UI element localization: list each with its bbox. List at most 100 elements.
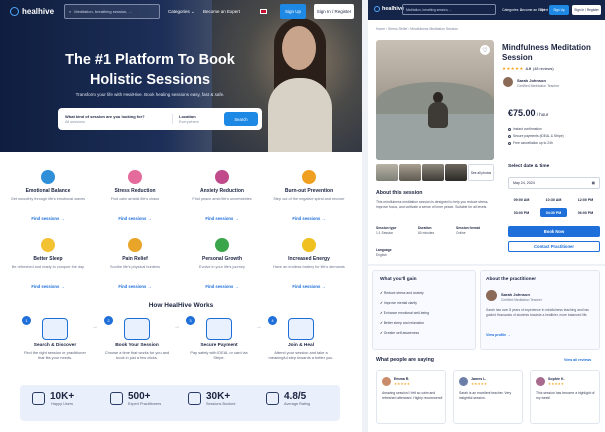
find-sessions-link[interactable]: Find sessions → [97, 216, 173, 221]
gain-title: What you'll gain [380, 277, 417, 282]
hero-section: healhive ⌕ Meditation, breathing session… [0, 0, 362, 152]
stat-item: 30K+ Sessions Booked [188, 391, 235, 406]
step-desc: Attend your session and take a meaningfu… [268, 350, 334, 361]
calendar-icon: ▦ [591, 181, 595, 185]
stat-text: 500+ Expert Practitioners [128, 391, 161, 406]
location-placeholder: Everywhere [179, 120, 200, 124]
photo-thumbnail-3[interactable] [422, 164, 444, 181]
stat-item: 4.8/5 Average Rating [266, 391, 310, 406]
hero-search-button[interactable]: Search [224, 112, 258, 126]
date-selector[interactable]: May 24, 2024 ▦ [508, 177, 600, 189]
step-desc: Pay safely with iDEAL or card via Stripe… [190, 350, 248, 361]
breadcrumb[interactable]: Home › Stress Relief › Mindfulness Medit… [376, 27, 458, 31]
find-sessions-link[interactable]: Find sessions → [184, 284, 260, 289]
photo-thumbnail-4[interactable] [445, 164, 467, 181]
search-icon: ⌕ [69, 9, 72, 14]
session-signin-button[interactable]: Sign In / Register [572, 5, 601, 15]
view-all-reviews-link[interactable]: View all reviews [564, 358, 591, 362]
time-slot[interactable]: 04:30 PM [540, 208, 567, 217]
step-desc: Choose a time that works for you and boo… [104, 350, 170, 361]
review-card: Emma R. ★★★★★ Amazing session! I felt so c… [376, 370, 446, 424]
meta-key: Session type [376, 226, 397, 230]
photo-thumbnail-2[interactable] [399, 164, 421, 181]
header-search-input[interactable]: ⌕ Meditation, breathing session, ... [64, 4, 160, 19]
logo-icon [374, 6, 380, 12]
photo-thumbnail-1[interactable] [376, 164, 398, 181]
coach-name[interactable]: Sarah Johnson [517, 78, 546, 83]
selected-date: May 24, 2024 [513, 181, 535, 185]
view-profile-link[interactable]: View profile → [486, 333, 511, 337]
contact-practitioner-button[interactable]: Contact Practitioner [508, 241, 600, 252]
find-sessions-link[interactable]: Find sessions → [184, 216, 260, 221]
category-card[interactable]: Anxiety Reduction Find peace amid life's … [184, 170, 260, 238]
how-step: 2 Book Your Session Choose a time that wor… [104, 316, 170, 361]
time-slot[interactable]: 09:00 AM [508, 195, 535, 204]
price-value: €75.00 [508, 108, 536, 118]
signup-button[interactable]: Sign Up [280, 4, 306, 19]
book-now-button[interactable]: Book Now [508, 226, 600, 237]
bird-icon [128, 170, 142, 184]
stat-text: 30K+ Sessions Booked [206, 391, 235, 406]
review-stars-icon: ★★★★★ [471, 382, 488, 386]
homepage-panel: healhive ⌕ Meditation, breathing session… [0, 0, 362, 432]
favorite-heart-icon[interactable]: ♡ [480, 45, 490, 55]
session-signup-button[interactable]: Sign Up [549, 5, 569, 15]
category-card[interactable]: Better Sleep Be refreshed and ready to co… [10, 238, 86, 306]
stat-value: 4.8/5 [284, 391, 307, 402]
find-sessions-link[interactable]: Find sessions → [271, 216, 347, 221]
how-step: 4 Join & Heal Attend your session and take… [268, 316, 334, 361]
review-stars-icon: ★★★★★ [394, 382, 411, 386]
language-selector[interactable]: EN [540, 8, 545, 12]
category-card[interactable]: Burn-out Prevention Step out of the negat… [271, 170, 347, 238]
category-name: Personal Growth [201, 256, 242, 262]
logo[interactable]: healhive [10, 7, 54, 16]
check-icon [508, 127, 511, 131]
time-slot[interactable]: 10:30 AM [540, 195, 567, 204]
perk-text: Free cancellation up to 24h [513, 141, 553, 145]
find-sessions-link[interactable]: Find sessions → [271, 284, 347, 289]
section-divider [368, 264, 605, 266]
hero-search-box: What kind of session are you looking for… [58, 108, 262, 130]
meta-item: Session type 1:1 Session [376, 226, 396, 235]
perk-item: Instant confirmation [508, 127, 542, 131]
stat-value: 500+ [128, 391, 151, 402]
categories-menu[interactable]: Categories ⌄ [168, 9, 195, 15]
review-card: Sophie K. ★★★★★ This session has become a … [530, 370, 600, 424]
find-sessions-link[interactable]: Find sessions → [10, 284, 86, 289]
category-card[interactable]: Stress Reduction Find calm amidst life's … [97, 170, 173, 238]
stat-value: 10K+ [50, 391, 75, 402]
time-slot[interactable]: 12:00 PM [572, 195, 599, 204]
perk-item: Free cancellation up to 24h [508, 141, 553, 145]
signin-button[interactable]: Sign In / Register [314, 4, 354, 19]
session-logo[interactable]: healhive [374, 6, 404, 12]
check-icon [508, 141, 511, 145]
session-main-photo[interactable] [376, 40, 494, 160]
find-sessions-link[interactable]: Find sessions → [97, 284, 173, 289]
time-slot[interactable]: 06:00 PM [572, 208, 599, 217]
become-expert-link[interactable]: Become an Expert [203, 9, 240, 14]
about-text: This mindfulness meditation session is d… [376, 200, 489, 209]
category-card[interactable]: Increased Energy Have an endless battery … [271, 238, 347, 306]
category-desc: Have an endless battery for life's deman… [273, 265, 345, 269]
category-card[interactable]: Pain Relief Soothe life's physical burden… [97, 238, 173, 306]
stat-label: Sessions Booked [206, 402, 236, 406]
time-slot[interactable]: 03:00 PM [508, 208, 535, 217]
gain-item: ✓ Greater self-awareness [380, 331, 419, 335]
session-search-input[interactable]: Meditation, breathing session, ... [402, 4, 496, 15]
category-card[interactable]: Emotional Balance Get smoothly through li… [10, 170, 86, 238]
logo-icon [10, 7, 19, 16]
find-sessions-link[interactable]: Find sessions → [10, 216, 86, 221]
reviews-title: What people are saying [376, 357, 434, 363]
meta-value: 1:1 Session [376, 231, 394, 235]
category-name: Burn-out Prevention [284, 188, 334, 194]
location-field[interactable]: Location Everywhere [172, 114, 224, 124]
step-arrow-icon: → [92, 324, 98, 330]
logo-text: healhive [22, 7, 55, 16]
category-name: Anxiety Reduction [200, 188, 244, 194]
see-all-photos-button[interactable]: See all photos [468, 164, 494, 181]
uk-flag-icon[interactable] [260, 9, 267, 14]
session-type-field[interactable]: What kind of session are you looking for… [65, 114, 172, 124]
session-price: €75.00 / hour [508, 108, 548, 118]
reviewer-name: James L. [471, 377, 487, 381]
category-card[interactable]: Personal Growth Evolve in your life's jou… [184, 238, 260, 306]
